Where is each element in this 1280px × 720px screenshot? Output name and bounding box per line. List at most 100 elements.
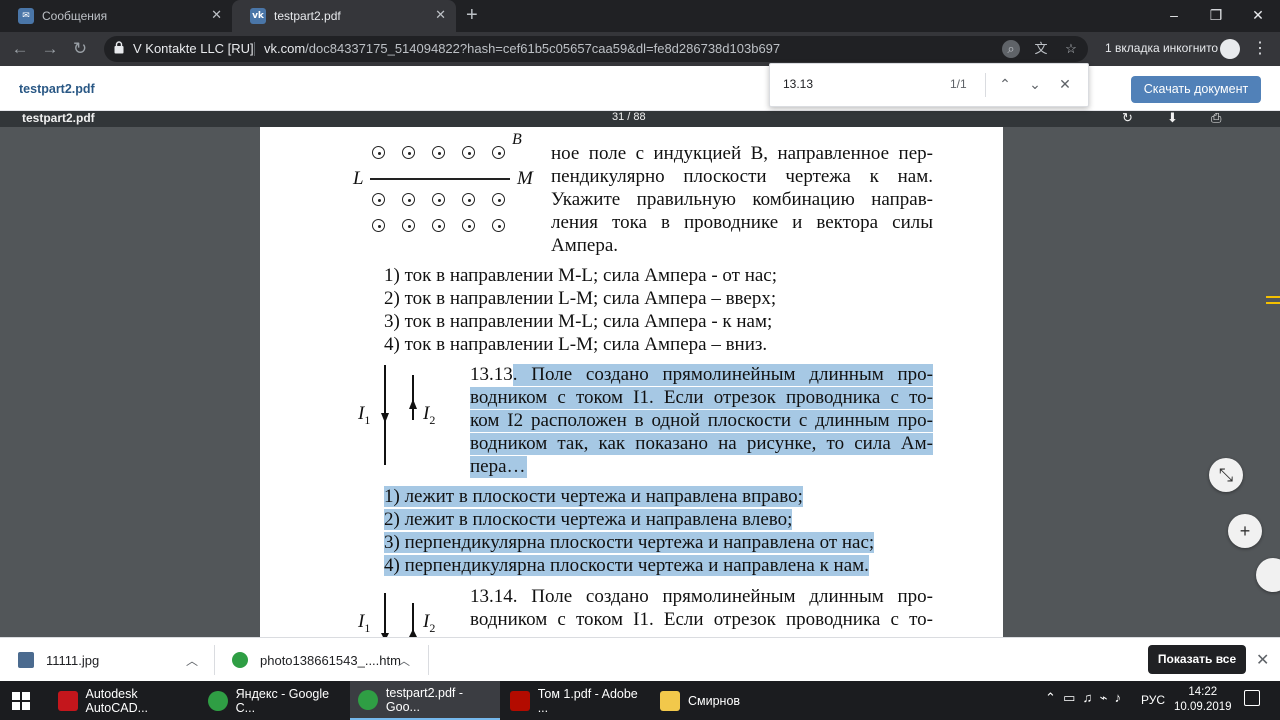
download-item[interactable]: 11111.jpg ︿: [18, 645, 204, 675]
system-tray-icons[interactable]: ⌃ ▭ ♫ ⌁ ♪: [1045, 690, 1121, 706]
label-i1: I1: [358, 403, 371, 427]
chrome-icon: [232, 652, 248, 668]
notifications-icon[interactable]: [1244, 690, 1260, 706]
taskbar-item-folder[interactable]: Смирнов: [652, 681, 802, 720]
clock-time: 14:22: [1188, 686, 1218, 698]
pdf-page-counter: 31 / 88: [612, 111, 646, 123]
find-match: 13.13: [470, 364, 513, 385]
chrome-icon: [358, 689, 378, 710]
tab-messages[interactable]: ✉ Сообщения ✕: [0, 0, 232, 32]
print-icon[interactable]: ⎙: [1211, 110, 1221, 126]
windows-start-icon[interactable]: [12, 692, 30, 710]
fit-page-button[interactable]: ⤡: [1209, 458, 1243, 492]
doc-filename: testpart2.pdf: [19, 82, 95, 96]
taskbar-item-chrome-yandex[interactable]: Яндекс - Google C...: [200, 681, 350, 720]
chrome-icon: [208, 690, 228, 711]
chevron-up-icon[interactable]: ︿: [398, 652, 410, 669]
pdf-page: B L M ное поле с индукцией B, направленн…: [260, 127, 1003, 637]
site-identity[interactable]: V Kontakte LLC [RU]: [133, 41, 254, 56]
find-previous-button[interactable]: ⌃: [996, 75, 1014, 93]
label-i1: I1: [358, 611, 371, 635]
jpg-file-icon: [18, 652, 34, 668]
taskbar-label: Яндекс - Google C...: [235, 686, 330, 715]
clock-date: 10.09.2019: [1174, 701, 1232, 713]
question-text-line: водником с током I1. Если отрезок провод…: [470, 609, 933, 630]
answer-option: 2) лежит в плоскости чертежа и направлен…: [384, 509, 793, 530]
answer-option: 2) ток в направлении L-M; сила Ампера – …: [384, 288, 777, 309]
answer-option: 4) перпендикулярна плоскости чертежа и н…: [384, 555, 869, 576]
divider: [214, 645, 215, 675]
answer-option: 1) лежит в плоскости чертежа и направлен…: [384, 486, 803, 507]
close-shelf-icon[interactable]: ✕: [1256, 650, 1269, 670]
rotate-icon[interactable]: ↻: [1122, 110, 1133, 126]
chevron-up-icon[interactable]: ︿: [186, 652, 198, 669]
zoom-out-button[interactable]: [1256, 558, 1280, 592]
find-input[interactable]: 13.13: [783, 77, 813, 91]
zoom-in-button[interactable]: +: [1228, 514, 1262, 548]
maximize-button[interactable]: ❐: [1196, 2, 1236, 28]
scrollbar-find-marker[interactable]: [1266, 296, 1280, 304]
new-tab-button[interactable]: +: [466, 4, 478, 27]
label-b: B: [512, 131, 522, 148]
taskbar-item-chrome-pdf[interactable]: testpart2.pdf - Goo...: [350, 681, 500, 720]
folder-icon: [660, 690, 680, 711]
taskbar-item-autocad[interactable]: Autodesk AutoCAD...: [50, 681, 200, 720]
minimize-button[interactable]: –: [1154, 2, 1194, 28]
incognito-icon[interactable]: [1220, 39, 1240, 59]
autocad-icon: [58, 690, 78, 711]
close-tab-icon[interactable]: ✕: [211, 7, 222, 23]
back-button[interactable]: ←: [10, 39, 30, 59]
question-text-line: ком I2 расположен в одной плоскости с дл…: [470, 410, 933, 432]
pdf-title: testpart2.pdf: [22, 111, 95, 125]
taskbar-item-adobe[interactable]: Том 1.pdf - Adobe ...: [502, 681, 650, 720]
url-host: vk.com: [264, 41, 306, 56]
vk-message-icon: ✉: [18, 8, 34, 24]
answer-option: 1) ток в направлении M-L; сила Ампера - …: [384, 265, 778, 286]
find-close-button[interactable]: ✕: [1056, 75, 1074, 93]
question-text-line: пера…: [470, 456, 527, 478]
question-text-line: Укажите правильную комбинацию направ-: [551, 189, 933, 210]
language-indicator[interactable]: РУС: [1141, 693, 1165, 707]
bookmark-star-icon[interactable]: ☆: [1062, 40, 1080, 58]
label-i2: I2: [423, 611, 436, 635]
close-window-button[interactable]: ✕: [1238, 2, 1278, 28]
url-text[interactable]: vk.com/doc84337175_514094822?hash=cef61b…: [264, 41, 780, 56]
download-filename: photo138661543_....htm: [260, 652, 401, 668]
find-next-button[interactable]: ⌄: [1026, 75, 1044, 93]
find-match-count: 1/1: [950, 77, 967, 91]
close-tab-icon[interactable]: ✕: [435, 7, 446, 23]
system-clock[interactable]: 14:22 10.09.2019: [1174, 685, 1232, 715]
download-filename: 11111.jpg: [46, 652, 100, 668]
question-text-line: водником с током I1. Если отрезок провод…: [470, 387, 933, 409]
divider: [985, 73, 986, 97]
question-text-line: пендикулярно плоскости чертежа к нам.: [551, 166, 933, 187]
label-l: L: [353, 168, 364, 189]
question-text-line: ное поле с индукцией B, направленное пер…: [551, 143, 933, 164]
question-text-line: водником так, как показано на рисунке, т…: [470, 433, 933, 455]
url-path: /doc84337175_514094822?hash=cef61b5c0565…: [305, 41, 781, 56]
find-in-page-icon[interactable]: ⌕: [1002, 40, 1020, 58]
reload-button[interactable]: ↻: [70, 39, 90, 59]
incognito-label[interactable]: 1 вкладка инкогнито: [1105, 41, 1218, 55]
tab-testpart2[interactable]: vk testpart2.pdf ✕: [232, 0, 456, 32]
answer-option: 3) ток в направлении M-L; сила Ампера - …: [384, 311, 773, 332]
translate-icon[interactable]: 文: [1032, 40, 1050, 58]
vk-icon: vk: [250, 8, 266, 24]
taskbar-label: Autodesk AutoCAD...: [85, 686, 149, 715]
download-document-button[interactable]: Скачать документ: [1131, 76, 1261, 103]
lock-icon[interactable]: [114, 41, 124, 54]
question-text-line: . Поле создано прямолинейным длинным про…: [512, 364, 933, 386]
conductor-line: [370, 178, 510, 180]
download-icon[interactable]: ⬇: [1167, 110, 1178, 126]
forward-button[interactable]: →: [40, 39, 60, 59]
download-item[interactable]: photo138661543_....htm ︿: [232, 645, 418, 675]
divider: [428, 645, 429, 675]
answer-option: 3) перпендикулярна плоскости чертежа и н…: [384, 532, 875, 553]
menu-icon[interactable]: ⋮: [1252, 38, 1268, 58]
taskbar-label: testpart2.pdf - Goo...: [385, 685, 464, 714]
question-text-line: 13.14. Поле создано прямолинейным длинны…: [470, 586, 933, 607]
taskbar-label: Смирнов: [688, 693, 741, 708]
label-i2: I2: [423, 403, 436, 427]
show-all-downloads-button[interactable]: Показать все: [1148, 645, 1246, 674]
taskbar-label: Том 1.pdf - Adobe ...: [537, 686, 638, 715]
